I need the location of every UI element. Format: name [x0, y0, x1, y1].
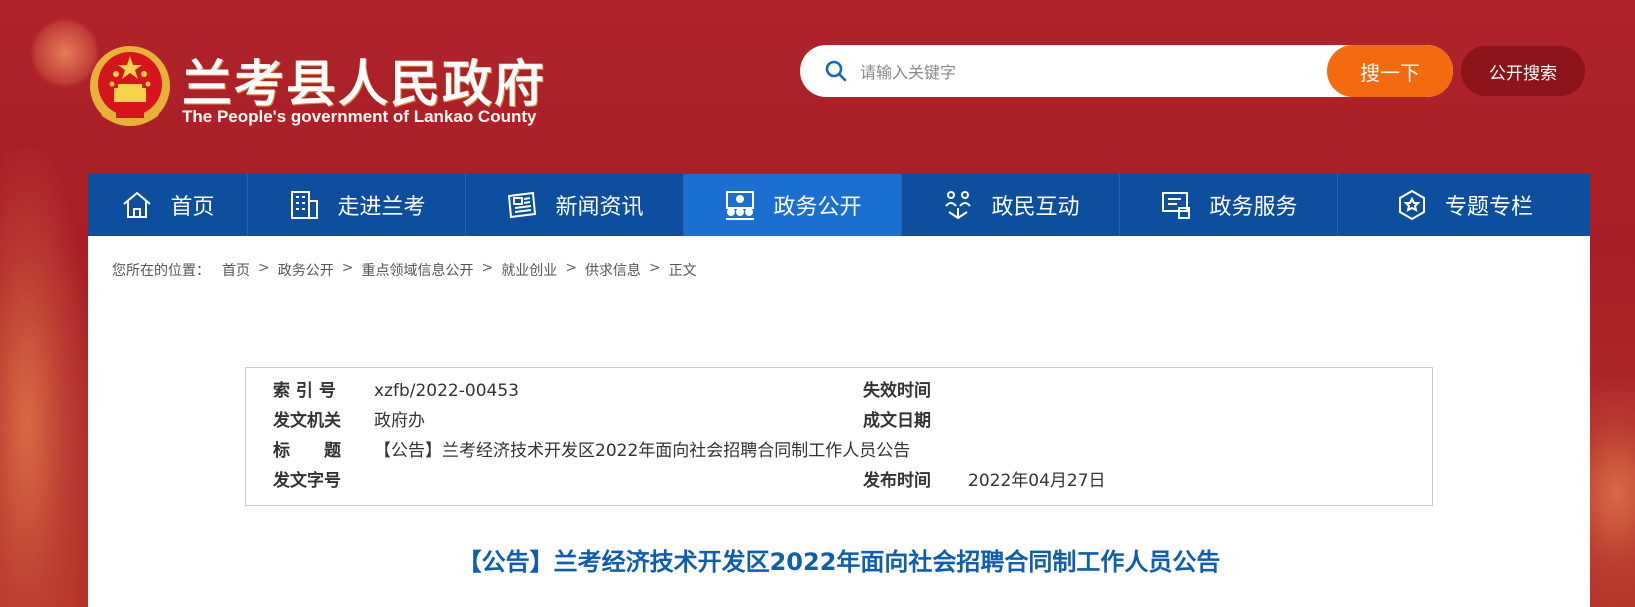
info-row: 索 引 号 xzfb/2022-00453 失效时间: [246, 376, 1432, 406]
nav-item-label: 走进兰考: [337, 195, 426, 220]
nav-item-home[interactable]: 首页: [88, 174, 248, 236]
open-search-button[interactable]: 公开搜索: [1461, 46, 1585, 96]
search-button[interactable]: 搜一下: [1327, 45, 1453, 97]
interaction-icon: [945, 191, 972, 220]
date-label: 成文日期: [863, 411, 931, 431]
breadcrumb-separator: >: [565, 260, 577, 276]
title-label: 标 题: [273, 441, 341, 461]
content-area: 您所在的位置： 首页 > 政务公开 > 重点领域信息公开 > 就业创业 > 供求…: [88, 236, 1590, 607]
breadcrumb-link[interactable]: 政务公开: [278, 260, 334, 280]
breadcrumb-current: 正文: [668, 263, 697, 279]
article-title: 【公告】兰考经济技术开发区2022年面向社会招聘合同制工作人员公告: [457, 548, 1221, 576]
breadcrumb-link[interactable]: 供求信息: [585, 260, 641, 280]
expire-label: 失效时间: [863, 381, 931, 401]
search-input[interactable]: [858, 45, 1322, 97]
breadcrumb-link[interactable]: 重点领域信息公开: [361, 260, 473, 280]
nav-item-service[interactable]: 政务服务: [1120, 174, 1338, 236]
main-nav: 首页 走进兰考 新闻资讯 政务公开 政民互动 政务服务 专题专栏: [88, 174, 1590, 236]
breadcrumb: 您所在的位置： 首页 > 政务公开 > 重点领域信息公开 > 就业创业 > 供求…: [112, 260, 697, 280]
info-row: 发文字号 发布时间 2022年04月27日: [246, 466, 1432, 496]
nav-item-news[interactable]: 新闻资讯: [466, 174, 684, 236]
people-board-icon: [726, 191, 755, 220]
nav-item-gov-affairs[interactable]: 政务公开: [684, 174, 902, 236]
breadcrumb-separator: >: [481, 260, 494, 276]
nav-item-label: 政务公开: [773, 195, 862, 220]
index-value: xzfb/2022-00453: [374, 381, 519, 401]
search-icon: [825, 60, 847, 82]
breadcrumb-prefix: 您所在的位置：: [112, 263, 210, 279]
index-label: 索 引 号: [273, 381, 336, 401]
issuer-value: 政府办: [374, 411, 425, 431]
national-emblem-icon: [90, 46, 170, 126]
title-value: 【公告】兰考经济技术开发区2022年面向社会招聘合同制工作人员公告: [374, 441, 911, 461]
breadcrumb-separator: >: [648, 260, 661, 276]
nav-item-label: 新闻资讯: [555, 195, 644, 220]
nav-item-label: 政民互动: [991, 195, 1080, 220]
publish-value: 2022年04月27日: [968, 471, 1106, 491]
nav-item-label: 首页: [170, 195, 215, 220]
breadcrumb-separator: >: [341, 260, 354, 276]
search-box: 搜一下: [800, 45, 1453, 97]
docno-label: 发文字号: [273, 471, 341, 491]
badge-icon: [1398, 189, 1425, 221]
nav-item-special[interactable]: 专题专栏: [1338, 174, 1590, 236]
breadcrumb-link[interactable]: 首页: [222, 260, 250, 280]
breadcrumb-separator: >: [258, 260, 270, 276]
publish-label: 发布时间: [863, 471, 931, 491]
info-row: 标 题 【公告】兰考经济技术开发区2022年面向社会招聘合同制工作人员公告: [246, 436, 1432, 466]
document-info-table: 索 引 号 xzfb/2022-00453 失效时间 发文机关 政府办 成文日期…: [245, 367, 1433, 506]
issuer-label: 发文机关: [273, 411, 341, 431]
home-icon: [123, 191, 152, 218]
nav-item-about[interactable]: 走进兰考: [248, 174, 466, 236]
site-subtitle: The People's government of Lankao County: [182, 107, 537, 126]
site-title: 兰考县人民政府: [182, 54, 546, 113]
nav-item-label: 政务服务: [1209, 195, 1298, 220]
service-icon: [1162, 192, 1191, 219]
breadcrumb-link[interactable]: 就业创业: [501, 260, 557, 280]
info-row: 发文机关 政府办 成文日期: [246, 406, 1432, 436]
newspaper-icon: [508, 191, 537, 219]
nav-item-interaction[interactable]: 政民互动: [902, 174, 1120, 236]
building-icon: [291, 191, 319, 219]
decorative-map-left: [0, 150, 90, 607]
nav-item-label: 专题专栏: [1444, 195, 1533, 220]
